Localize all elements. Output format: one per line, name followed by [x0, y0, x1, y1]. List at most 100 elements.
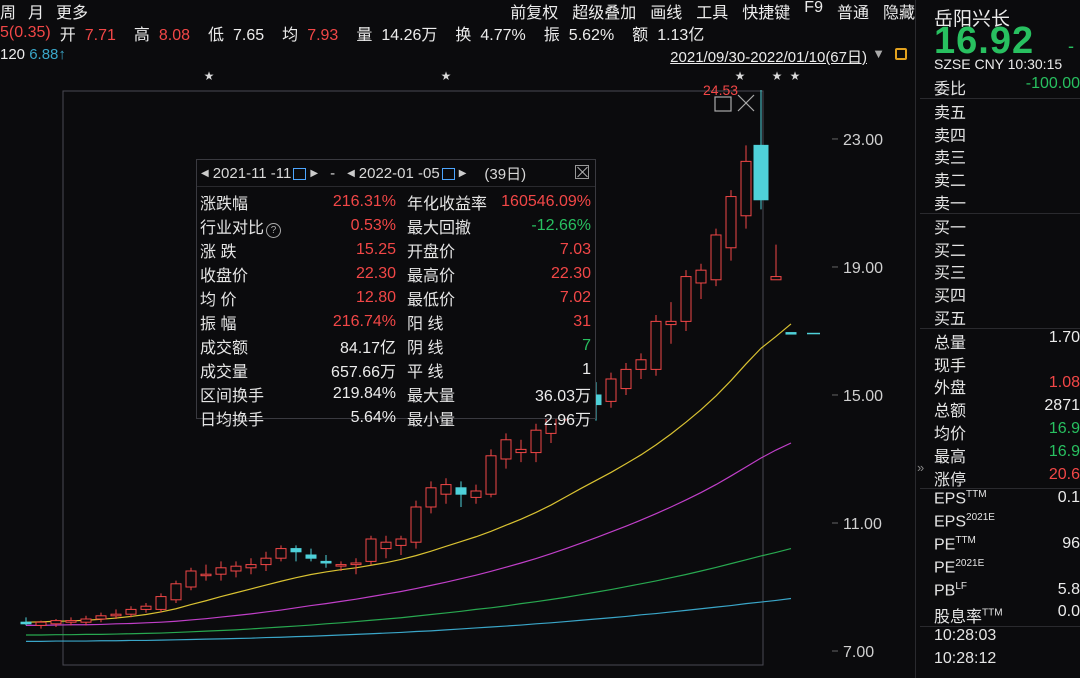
lock-icon[interactable]	[895, 48, 907, 60]
candle-body	[665, 320, 677, 326]
help-icon[interactable]: ?	[266, 223, 282, 238]
fundamental-sup: TTM	[966, 489, 987, 501]
candle-body	[650, 320, 662, 370]
end-prev-icon[interactable]: ◀	[347, 168, 355, 179]
stat-label-text: 均 价	[200, 292, 237, 309]
quote-stat-value: 16.9	[1048, 419, 1080, 437]
stat-label-text: 行业对比	[200, 220, 265, 237]
candle-body	[290, 548, 302, 553]
stat-label-text: 阴 线	[407, 340, 444, 357]
price-change: -	[1068, 36, 1074, 56]
quote-stat-value: 20.6	[1048, 465, 1080, 483]
peak-price-label: 24.53	[703, 82, 738, 98]
candle-body	[80, 618, 92, 623]
candle-body	[65, 620, 77, 623]
range-dropdown-icon[interactable]: ▼	[872, 46, 885, 61]
f9-button[interactable]: F9	[804, 0, 823, 23]
fundamental-label: PE	[934, 536, 956, 554]
tick-time-label: 10:28:12	[934, 649, 997, 667]
tick-time-label: 10:28:03	[934, 627, 997, 645]
ask-level-label: 卖四	[934, 127, 967, 145]
bid-level: 买一	[934, 214, 1080, 237]
candle-body	[380, 541, 392, 550]
end-calendar-icon[interactable]	[441, 168, 455, 180]
candle-body	[170, 583, 182, 601]
candle-body	[710, 234, 722, 281]
weibi-row: 委比 -100.00	[934, 75, 1080, 98]
start-date[interactable]: 2021-11 -11	[213, 165, 292, 182]
stat-label: 成交量	[197, 358, 323, 382]
weibi-row-label: 委比	[934, 81, 967, 98]
candle-body	[605, 378, 617, 402]
start-calendar-icon[interactable]	[293, 168, 307, 180]
stat-value: 7.03	[494, 238, 595, 262]
stat-value: 36.03万	[494, 382, 595, 406]
end-next-icon[interactable]: ▶	[459, 168, 467, 179]
stats-row: 日均换手 5.64% 最小量 2.96万	[197, 406, 595, 430]
candle-body	[770, 276, 782, 281]
panel-divider	[915, 0, 916, 678]
normal-mode-button[interactable]: 普通	[837, 0, 869, 23]
turn-label: 换	[455, 27, 472, 44]
fundamental-value: 0.0	[1057, 603, 1080, 621]
candle-body	[395, 538, 407, 546]
stat-value-text: 160546.09%	[501, 193, 591, 210]
quote-stat-label: 涨停	[934, 471, 967, 489]
stat-label: 最小量	[399, 406, 494, 430]
stat-label: 收盘价	[197, 262, 323, 286]
candle-body	[365, 538, 377, 562]
fundamental: EPSTTM 0.1	[934, 489, 1080, 512]
chart-tools: 前复权 超级叠加 画线 工具 快捷键 F9 普通 隐藏	[510, 0, 915, 23]
stat-label: 最大量	[399, 382, 494, 406]
quote-stat-label: 均价	[934, 425, 967, 443]
stats-row: 涨 跌 15.25 开盘价 7.03	[197, 238, 595, 262]
candle-body	[410, 506, 422, 543]
quote-stat-label: 总量	[934, 334, 967, 352]
stat-value-text: 7	[582, 337, 591, 354]
tab-week[interactable]: 周	[0, 0, 16, 23]
bid-level-label: 买二	[934, 242, 967, 260]
candle-body	[455, 487, 467, 495]
ask-level-label: 卖一	[934, 195, 967, 213]
amp-value: 5.62%	[568, 27, 615, 44]
stat-value: 2.96万	[494, 406, 595, 430]
adjust-forward-button[interactable]: 前复权	[510, 0, 558, 23]
stat-label: 最大回撤	[399, 214, 494, 238]
end-date[interactable]: 2022-01 -05	[359, 165, 440, 182]
fundamental-value: 0.1	[1057, 489, 1080, 507]
start-prev-icon[interactable]: ◀	[201, 168, 209, 179]
indicator-row: 120 6.88↑ 2021/09/30-2022/01/10(67日) ▼	[0, 46, 915, 66]
fundamental-sup: 2021E	[955, 557, 985, 569]
tick-time: 10:28:03	[934, 627, 1080, 650]
candle-body	[125, 608, 137, 615]
stat-label-text: 开盘价	[407, 244, 456, 261]
quote-stat-label: 总额	[934, 403, 967, 421]
quote-stat: 最高 16.9	[934, 443, 1080, 466]
candle-body	[485, 455, 497, 495]
event-marker-icon: ★	[204, 69, 215, 83]
tab-month[interactable]: 月	[28, 0, 44, 23]
close-icon[interactable]	[575, 165, 589, 179]
stat-value: 15.25	[323, 238, 399, 262]
stat-label-text: 最低价	[407, 292, 456, 309]
stats-row: 收盘价 22.30 最高价 22.30	[197, 262, 595, 286]
ask-level: 卖五	[934, 99, 1080, 122]
vol-group: 量 14.26万	[356, 21, 446, 45]
ask-level-label: 卖五	[934, 104, 967, 122]
overlay-button[interactable]: 超级叠加	[572, 0, 636, 23]
tick-time: 10:28:12	[934, 650, 1080, 673]
hide-button[interactable]: 隐藏	[883, 0, 915, 23]
candle-body	[305, 554, 317, 559]
candle-body	[200, 573, 212, 577]
quote-stat-value: 2871	[1044, 397, 1080, 415]
fundamental: PBLF 5.8	[934, 581, 1080, 604]
draw-line-button[interactable]: 画线	[650, 0, 682, 23]
avg-label: 均	[282, 27, 299, 44]
start-next-icon[interactable]: ▶	[310, 168, 318, 179]
amt-group: 额 1.13亿	[632, 21, 713, 45]
tab-more[interactable]: 更多	[56, 0, 88, 23]
shortcut-button[interactable]: 快捷键	[742, 0, 790, 23]
tools-button[interactable]: 工具	[696, 0, 728, 23]
stat-value-text: 84.17亿	[339, 340, 396, 357]
order-book: 委比 -100.00 卖五 卖四 卖三 卖二 卖一 买一 买二 买三 买四 买五 总量 1.70 现手 外盘 1…	[920, 75, 1080, 673]
